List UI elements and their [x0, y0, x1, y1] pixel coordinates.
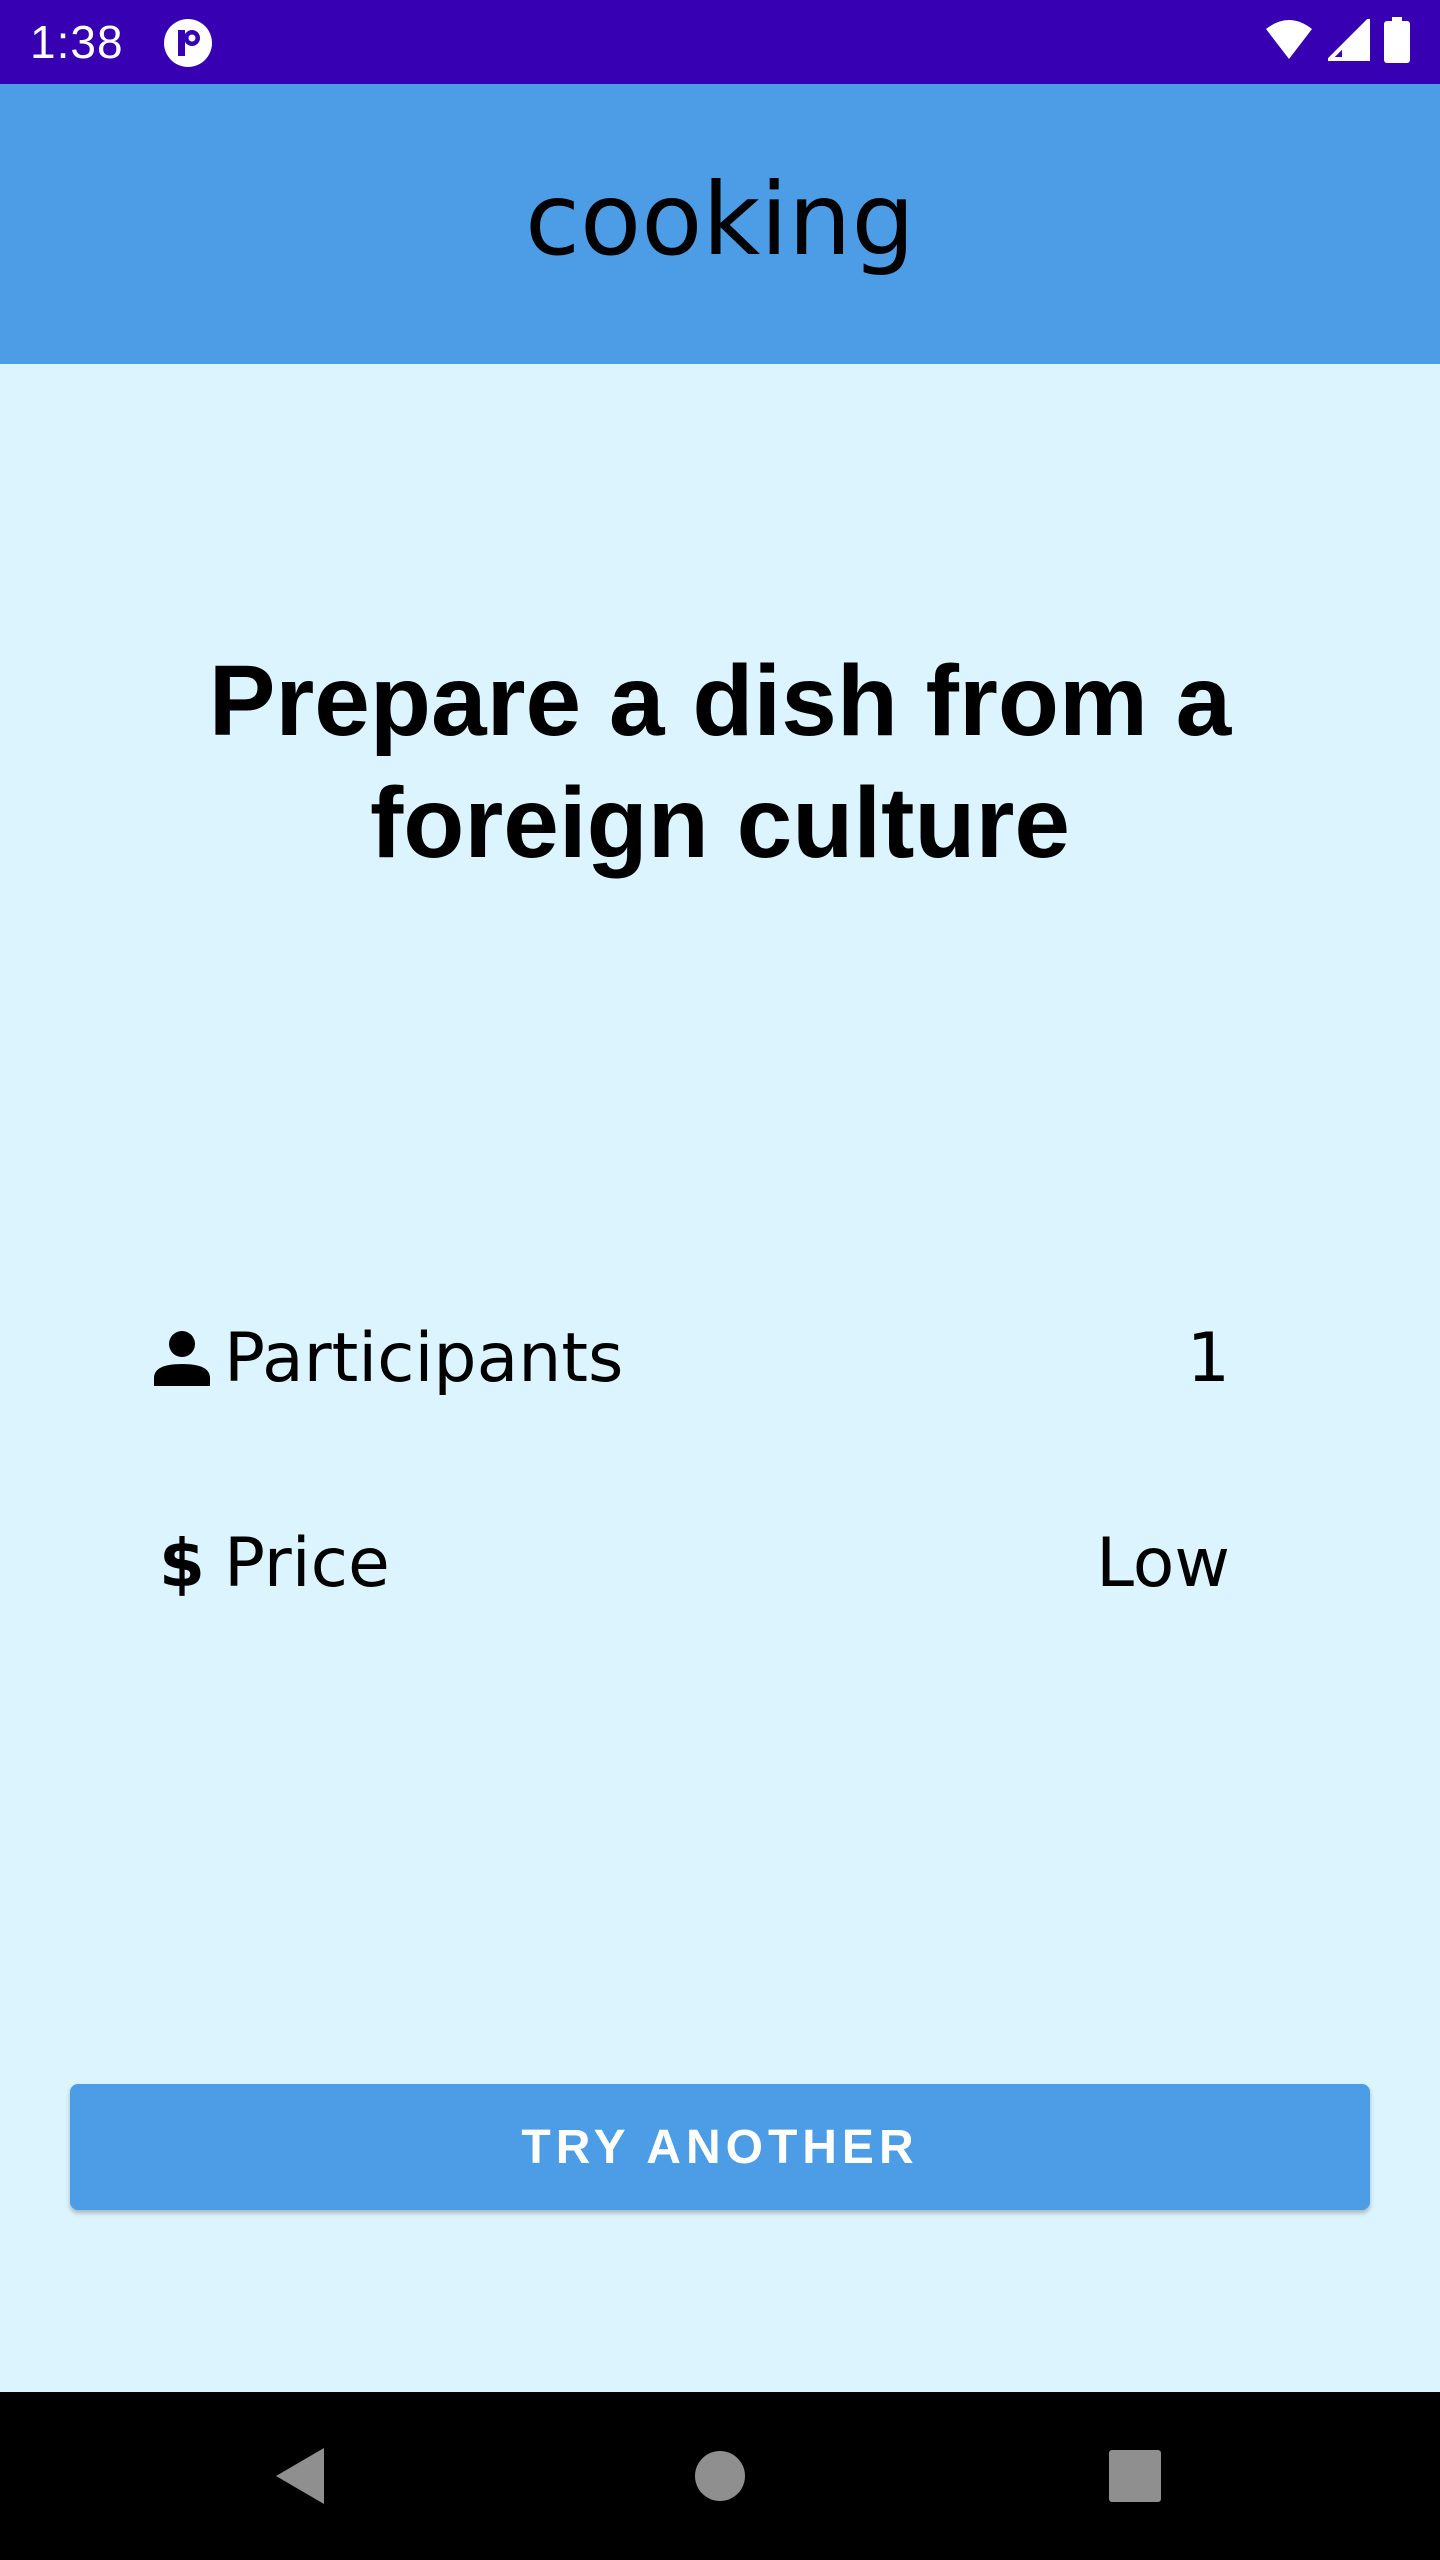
- back-icon[interactable]: [216, 2392, 384, 2560]
- price-row: $ Price Low: [150, 1518, 1230, 1608]
- dollar-icon: $: [150, 1528, 214, 1598]
- participants-label: Participants: [224, 1318, 624, 1398]
- price-value: Low: [1096, 1523, 1230, 1603]
- app-bar: cooking: [0, 84, 1440, 364]
- status-time: 1:38: [30, 16, 124, 68]
- cellular-signal-icon: [1325, 15, 1370, 66]
- price-label: Price: [224, 1523, 390, 1603]
- status-bar: 1:38: [0, 0, 1440, 84]
- battery-icon: [1384, 16, 1410, 68]
- person-icon: [150, 1326, 214, 1390]
- svg-text:$: $: [159, 1528, 205, 1598]
- app-notification-icon: [163, 18, 213, 68]
- participants-row: Participants 1: [150, 1313, 1230, 1403]
- app-title: cooking: [525, 161, 915, 278]
- recents-icon[interactable]: [1051, 2392, 1219, 2560]
- status-icons: [1264, 15, 1410, 68]
- navigation-bar: [0, 2392, 1440, 2560]
- activity-title: Prepare a dish from a foreign culture: [208, 645, 1232, 879]
- participants-value: 1: [1186, 1318, 1230, 1398]
- wifi-icon: [1264, 19, 1314, 66]
- try-another-button[interactable]: TRY ANOTHER: [70, 2084, 1370, 2210]
- home-icon[interactable]: [636, 2392, 804, 2560]
